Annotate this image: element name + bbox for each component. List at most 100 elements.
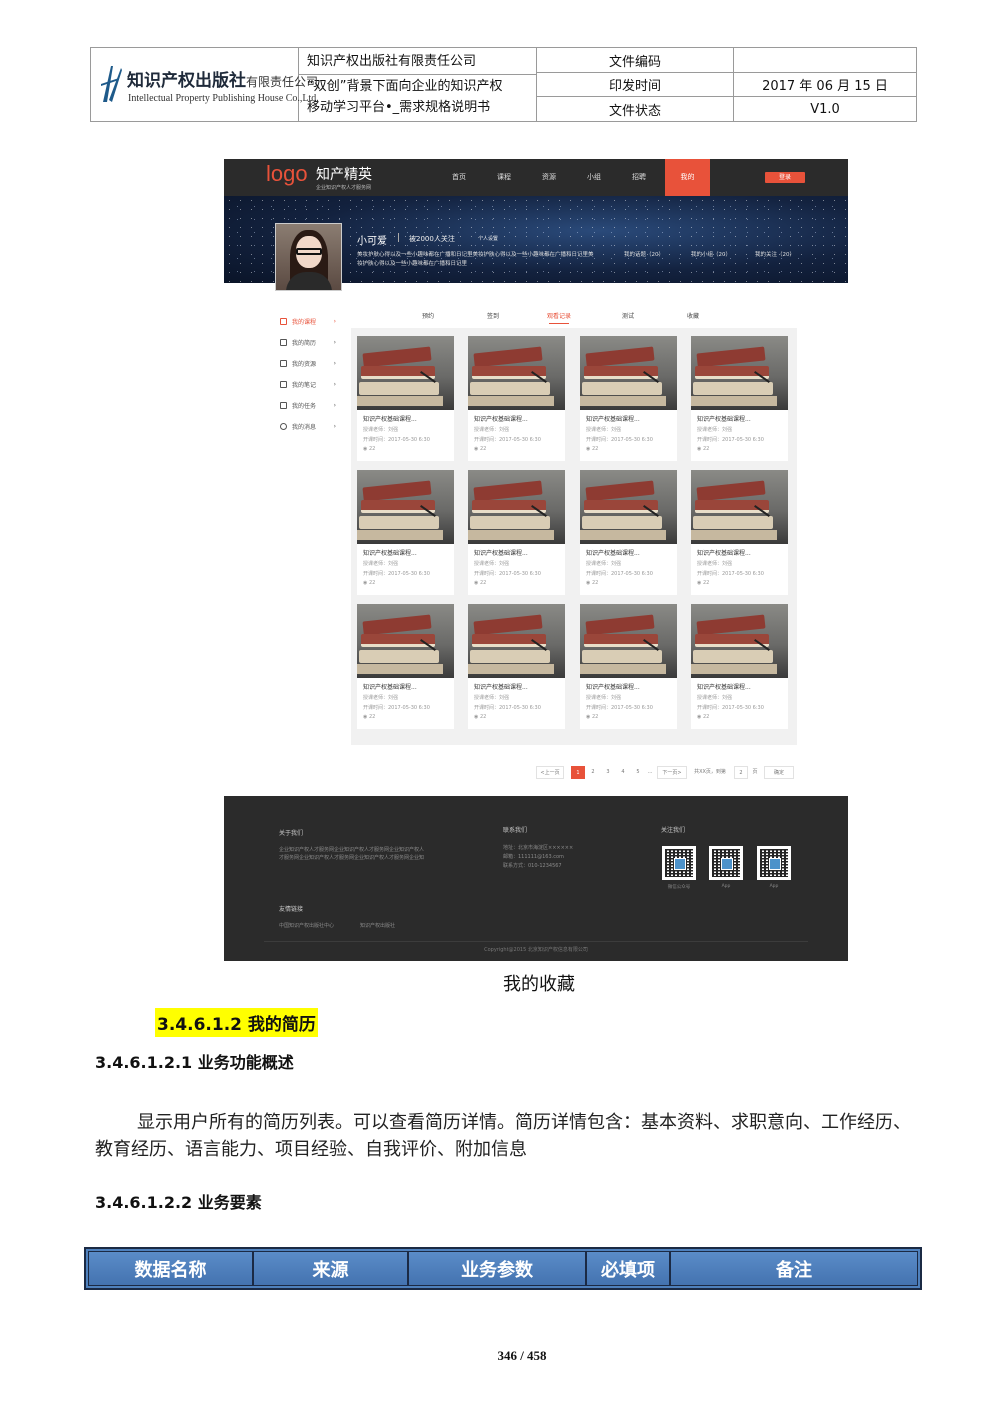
sidebar-item-my-courses[interactable]: 我的课程 › <box>280 311 338 332</box>
course-title[interactable]: 知识产权基础课程... <box>468 678 565 691</box>
course-thumbnail[interactable] <box>580 604 677 678</box>
course-views: ◉ 22 <box>474 446 487 452</box>
stat-my-topics[interactable]: 我的话题（20） <box>624 250 664 258</box>
course-title[interactable]: 知识产权基础课程... <box>691 678 788 691</box>
course-thumbnail[interactable] <box>580 470 677 544</box>
sidebar-item-my-notes[interactable]: 我的笔记 › <box>280 374 338 395</box>
tab-checkin[interactable]: 签到 <box>487 311 499 320</box>
tab-favorites[interactable]: 收藏 <box>687 311 699 320</box>
course-title[interactable]: 知识产权基础课程... <box>691 410 788 423</box>
nav-item-resources[interactable]: 资源 <box>529 159 569 196</box>
label-file-code: 文件编码 <box>537 48 734 73</box>
nav-item-home[interactable]: 首页 <box>439 159 479 196</box>
course-card[interactable]: 知识产权基础课程... 授课老师：刘强 开课时间：2017-05-30 6:30 ◉ … <box>691 336 788 461</box>
page-button-4[interactable]: 4 <box>617 766 629 779</box>
footer-contact-phone: 联系方式：010-1234567 <box>503 863 562 869</box>
prev-page-button[interactable]: <上一页 <box>536 766 564 779</box>
qr-code-app-2 <box>757 846 791 880</box>
site-logo[interactable]: logo <box>266 161 308 187</box>
col-business-param: 业务参数 <box>408 1251 586 1286</box>
course-time: 开课时间：2017-05-30 6:30 <box>363 571 430 577</box>
doc-title-line2: 移动学习平台•_需求规格说明书 <box>307 100 491 115</box>
tab-watch-history[interactable]: 观看记录 <box>547 311 571 320</box>
value-print-date: 2017 年 06 月 15 日 <box>734 73 916 97</box>
stat-my-groups[interactable]: 我的小组（20） <box>691 250 731 258</box>
course-card[interactable]: 知识产权基础课程... 授课老师：刘强 开课时间：2017-05-30 6:30 ◉ … <box>580 604 677 729</box>
nav-item-groups[interactable]: 小组 <box>574 159 614 196</box>
course-card[interactable]: 知识产权基础课程... 授课老师：刘强 开课时间：2017-05-30 6:30 ◉ … <box>468 604 565 729</box>
course-thumbnail[interactable] <box>357 470 454 544</box>
course-time: 开课时间：2017-05-30 6:30 <box>586 571 653 577</box>
course-thumbnail[interactable] <box>468 604 565 678</box>
course-views: ◉ 22 <box>697 446 710 452</box>
course-card[interactable]: 知识产权基础课程... 授课老师：刘强 开课时间：2017-05-30 6:30 ◉ … <box>468 470 565 595</box>
course-title[interactable]: 知识产权基础课程... <box>580 678 677 691</box>
follower-count: 被2000人关注 <box>409 235 455 243</box>
course-thumbnail[interactable] <box>691 604 788 678</box>
course-card[interactable]: 知识产权基础课程... 授课老师：刘强 开课时间：2017-05-30 6:30 ◉ … <box>580 470 677 595</box>
footer-links-title: 友情链接 <box>279 906 304 913</box>
course-time: 开课时间：2017-05-30 6:30 <box>474 571 541 577</box>
page-jump-confirm-button[interactable]: 确定 <box>764 766 794 779</box>
course-title[interactable]: 知识产权基础课程... <box>580 544 677 557</box>
course-thumbnail[interactable] <box>691 336 788 410</box>
login-button[interactable]: 登录 <box>765 172 805 183</box>
course-card[interactable]: 知识产权基础课程... 授课老师：刘强 开课时间：2017-05-30 6:30 ◉ … <box>580 336 677 461</box>
page-button-3[interactable]: 3 <box>602 766 614 779</box>
course-card[interactable]: 知识产权基础课程... 授课老师：刘强 开课时间：2017-05-30 6:30 ◉ … <box>691 470 788 595</box>
course-thumbnail[interactable] <box>357 604 454 678</box>
page-jump-input[interactable]: 2 <box>734 766 748 779</box>
tab-reservation[interactable]: 预约 <box>422 311 434 320</box>
user-name: 小可爱 <box>357 236 387 247</box>
page-number: 346 / 458 <box>497 1348 547 1363</box>
task-icon <box>280 402 287 409</box>
course-title[interactable]: 知识产权基础课程... <box>357 410 454 423</box>
course-card[interactable]: 知识产权基础课程... 授课老师：刘强 开课时间：2017-05-30 6:30 ◉ … <box>357 604 454 729</box>
course-title[interactable]: 知识产权基础课程... <box>580 410 677 423</box>
course-title[interactable]: 知识产权基础课程... <box>468 544 565 557</box>
course-card[interactable]: 知识产权基础课程... 授课老师：刘强 开课时间：2017-05-30 6:30 ◉ … <box>691 604 788 729</box>
course-title[interactable]: 知识产权基础课程... <box>468 410 565 423</box>
profile-settings-link[interactable]: 个人设置 <box>478 235 498 242</box>
course-card[interactable]: 知识产权基础课程... 授课老师：刘强 开课时间：2017-05-30 6:30 ◉ … <box>468 336 565 461</box>
nav-item-mine[interactable]: 我的 <box>665 159 710 196</box>
nav-item-courses[interactable]: 课程 <box>484 159 524 196</box>
label-file-status: 文件状态 <box>537 97 734 121</box>
course-card[interactable]: 知识产权基础课程... 授课老师：刘强 开课时间：2017-05-30 6:30 ◉ … <box>357 470 454 595</box>
course-title[interactable]: 知识产权基础课程... <box>357 678 454 691</box>
sidebar-item-my-resume[interactable]: 我的简历 › <box>280 332 338 353</box>
page-unit-label: 页 <box>752 769 758 775</box>
user-avatar[interactable] <box>275 223 342 291</box>
course-thumbnail[interactable] <box>691 470 788 544</box>
footer-link-1[interactable]: 中国知识产权出版社中心 <box>279 922 334 930</box>
course-title[interactable]: 知识产权基础课程... <box>691 544 788 557</box>
page-button-5[interactable]: 5 <box>632 766 644 779</box>
course-thumbnail[interactable] <box>580 336 677 410</box>
course-title[interactable]: 知识产权基础课程... <box>357 544 454 557</box>
course-thumbnail[interactable] <box>468 470 565 544</box>
nav-item-jobs[interactable]: 招聘 <box>619 159 659 196</box>
chevron-right-icon: › <box>333 339 336 346</box>
page-button-2[interactable]: 2 <box>587 766 599 779</box>
sidebar-item-my-resources[interactable]: 我的资源 › <box>280 353 338 374</box>
resume-icon <box>280 339 287 346</box>
course-thumbnail[interactable] <box>468 336 565 410</box>
footer-link-2[interactable]: 知识产权出版社 <box>360 922 395 930</box>
course-views: ◉ 22 <box>697 580 710 586</box>
next-page-button[interactable]: 下一页> <box>657 766 687 779</box>
course-views: ◉ 22 <box>697 714 710 720</box>
course-views: ◉ 22 <box>586 580 599 586</box>
footer-about-text: 企业知识产权人才服务网企业知识产权人才服务网企业知识产权人才服务网企业知识产权人… <box>279 847 424 861</box>
sidebar-item-my-messages[interactable]: 我的消息 › <box>280 416 338 437</box>
course-thumbnail[interactable] <box>357 336 454 410</box>
section-heading-elements: 3.4.6.1.2.2 业务要素 <box>95 1193 262 1212</box>
resource-icon <box>280 360 287 367</box>
course-card[interactable]: 知识产权基础课程... 授课老师：刘强 开课时间：2017-05-30 6:30 ◉ … <box>357 336 454 461</box>
note-icon <box>280 381 287 388</box>
logo-text-cn: 知识产权出版社有限责任公司 <box>127 71 319 91</box>
sidebar-item-my-tasks[interactable]: 我的任务 › <box>280 395 338 416</box>
stat-my-follows[interactable]: 我的关注（20） <box>755 250 795 258</box>
course-time: 开课时间：2017-05-30 6:30 <box>697 571 764 577</box>
page-button-1[interactable]: 1 <box>571 766 585 779</box>
tab-test[interactable]: 测试 <box>622 311 634 320</box>
